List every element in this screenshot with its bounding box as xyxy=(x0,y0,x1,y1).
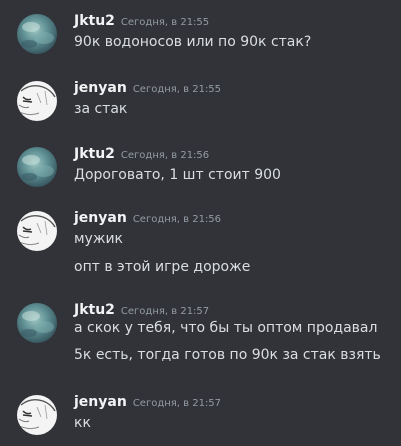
message-text: опт в этой игре дороже xyxy=(74,259,251,275)
message-header: Jktu2 Сегодня, в 21:56 xyxy=(74,143,209,165)
message-text: кк xyxy=(74,415,91,431)
blue-ocean-avatar-icon xyxy=(17,147,57,187)
message-header: jenyan Сегодня, в 21:56 xyxy=(74,207,221,229)
user-avatar[interactable] xyxy=(17,147,57,187)
anime-sketch-avatar-icon xyxy=(17,81,57,121)
message-timestamp: Сегодня, в 21:55 xyxy=(120,17,210,28)
username[interactable]: Jktu2 xyxy=(74,13,115,29)
message-timestamp: Сегодня, в 21:55 xyxy=(132,84,222,95)
user-avatar[interactable] xyxy=(17,81,57,121)
message-text: мужик xyxy=(74,231,124,247)
username[interactable]: jenyan xyxy=(74,80,127,96)
user-avatar[interactable] xyxy=(17,14,57,54)
blue-ocean-avatar-icon xyxy=(17,303,57,343)
message-text: 5к есть, тогда готов по 90к за стак взят… xyxy=(74,347,381,363)
message-text: за стак xyxy=(74,101,128,117)
user-avatar[interactable] xyxy=(17,303,57,343)
user-avatar[interactable] xyxy=(17,211,57,251)
message-text: Дороговато, 1 шт стоит 900 xyxy=(74,167,281,183)
message-timestamp: Сегодня, в 21:57 xyxy=(132,398,222,409)
anime-sketch-avatar-icon xyxy=(17,211,57,251)
username[interactable]: jenyan xyxy=(74,394,127,410)
message-header: jenyan Сегодня, в 21:55 xyxy=(74,77,221,99)
message-timestamp: Сегодня, в 21:57 xyxy=(120,306,210,317)
message-header: Jktu2 Сегодня, в 21:55 xyxy=(74,10,209,32)
user-avatar[interactable] xyxy=(17,395,57,435)
anime-sketch-avatar-icon xyxy=(17,395,57,435)
username[interactable]: Jktu2 xyxy=(74,302,115,318)
blue-ocean-avatar-icon xyxy=(17,14,57,54)
chat-message-list: Jktu2 Сегодня, в 21:55 90к водоносов или … xyxy=(0,0,401,446)
message-timestamp: Сегодня, в 21:56 xyxy=(132,214,222,225)
message-timestamp: Сегодня, в 21:56 xyxy=(120,150,210,161)
message-header: Jktu2 Сегодня, в 21:57 xyxy=(74,299,209,321)
username[interactable]: Jktu2 xyxy=(74,146,115,162)
username[interactable]: jenyan xyxy=(74,210,127,226)
message-text: 90к водоносов или по 90к стак? xyxy=(74,34,312,50)
message-text: а скок у тебя, что бы ты оптом продавал xyxy=(74,320,378,336)
message-header: jenyan Сегодня, в 21:57 xyxy=(74,391,221,413)
